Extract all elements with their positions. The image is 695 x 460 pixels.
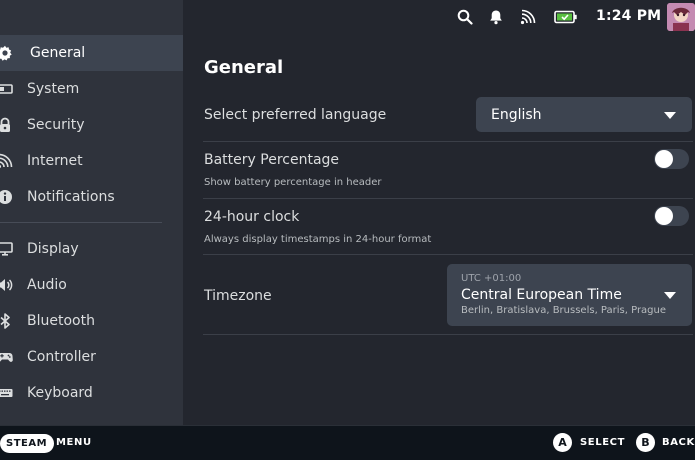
sidebar-item-internet[interactable]: Internet: [0, 143, 183, 179]
page-title: General: [204, 57, 284, 78]
row-divider: [203, 141, 693, 142]
footer-bar: STEAM MENU A SELECT B BACK: [0, 425, 695, 460]
avatar[interactable]: [667, 3, 695, 31]
timezone-name: Central European Time: [461, 287, 622, 303]
back-label[interactable]: BACK: [662, 437, 695, 448]
sidebar-item-label: Notifications: [27, 189, 115, 205]
menu-label[interactable]: MENU: [56, 437, 92, 448]
search-icon[interactable]: [456, 8, 474, 26]
language-dropdown[interactable]: English: [476, 97, 692, 132]
info-icon: [0, 188, 14, 206]
timezone-dropdown[interactable]: UTC +01:00 Central European Time Berlin,…: [447, 264, 692, 326]
sidebar-item-label: Display: [27, 241, 79, 257]
toggle-knob: [655, 207, 673, 225]
sidebar-item-general[interactable]: General: [0, 35, 183, 71]
sidebar: General System Security Internet Notific…: [0, 0, 183, 425]
sidebar-item-label: Controller: [27, 349, 96, 365]
battery-percentage-description: Show battery percentage in header: [204, 177, 382, 188]
toggle-knob: [655, 150, 673, 168]
sidebar-item-label: General: [30, 45, 86, 61]
sidebar-item-controller[interactable]: Controller: [0, 339, 183, 375]
steam-button[interactable]: STEAM: [0, 434, 55, 453]
row-divider: [203, 198, 693, 199]
gamepad-icon: [0, 348, 14, 366]
select-label[interactable]: SELECT: [580, 437, 625, 448]
sidebar-divider: [0, 222, 162, 223]
sidebar-item-notifications[interactable]: Notifications: [0, 179, 183, 215]
language-label: Select preferred language: [204, 107, 387, 123]
sidebar-item-keyboard[interactable]: Keyboard: [0, 375, 183, 411]
timezone-offset: UTC +01:00: [461, 273, 522, 284]
clock-24h-toggle[interactable]: [654, 206, 689, 226]
sidebar-item-label: Bluetooth: [27, 313, 95, 329]
system-icon: [0, 80, 14, 98]
row-divider: [203, 334, 693, 335]
sidebar-item-security[interactable]: Security: [0, 107, 183, 143]
clock-24h-description: Always display timestamps in 24-hour for…: [204, 234, 432, 245]
notifications-bell-icon[interactable]: [487, 8, 505, 26]
keyboard-icon: [0, 384, 14, 402]
sidebar-item-label: Keyboard: [27, 385, 93, 401]
timezone-label: Timezone: [204, 288, 272, 304]
speaker-icon: [0, 276, 14, 294]
monitor-icon: [0, 240, 14, 258]
sidebar-item-system[interactable]: System: [0, 71, 183, 107]
battery-percentage-label: Battery Percentage: [204, 152, 340, 168]
lock-icon: [0, 116, 14, 134]
sidebar-item-display[interactable]: Display: [0, 231, 183, 267]
row-divider: [203, 254, 693, 255]
bluetooth-icon: [0, 312, 14, 330]
sidebar-item-audio[interactable]: Audio: [0, 267, 183, 303]
sidebar-item-label: System: [27, 81, 80, 97]
sidebar-item-bluetooth[interactable]: Bluetooth: [0, 303, 183, 339]
sidebar-item-label: Security: [27, 117, 85, 133]
wifi-icon: [0, 152, 14, 170]
battery-charging-icon[interactable]: [554, 8, 578, 26]
language-value: English: [491, 106, 542, 123]
timezone-cities: Berlin, Bratislava, Brussels, Paris, Pra…: [461, 305, 667, 316]
clock-24h-label: 24-hour clock: [204, 209, 300, 225]
clock: 1:24 PM: [596, 8, 662, 24]
sidebar-item-label: Audio: [27, 277, 67, 293]
battery-percentage-toggle[interactable]: [654, 149, 689, 169]
a-button-icon: A: [553, 433, 572, 452]
wifi-icon[interactable]: [519, 8, 537, 26]
b-button-icon: B: [636, 433, 655, 452]
chevron-down-icon: [664, 292, 676, 299]
sidebar-item-label: Internet: [27, 153, 83, 169]
chevron-down-icon: [664, 111, 676, 119]
gear-icon: [0, 44, 14, 62]
